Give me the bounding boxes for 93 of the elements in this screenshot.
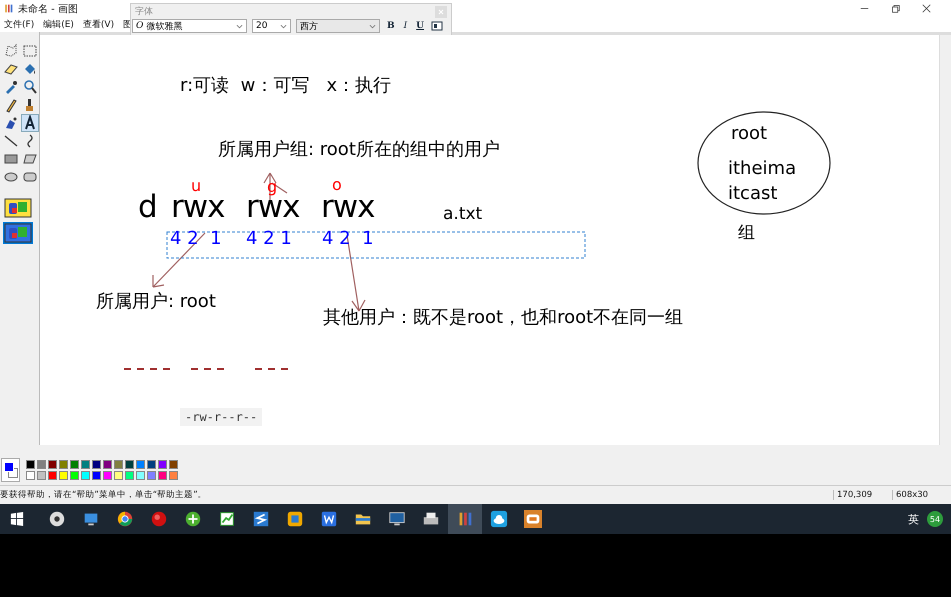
- underline-button[interactable]: U: [414, 21, 426, 31]
- canvas-text: 组: [738, 225, 755, 242]
- bold-button[interactable]: B: [385, 21, 397, 31]
- color-swatch[interactable]: [147, 460, 156, 469]
- color-swatch[interactable]: [37, 460, 46, 469]
- cloud-app-icon[interactable]: [490, 510, 508, 528]
- browser-app-icon[interactable]: [116, 510, 134, 528]
- selection-size: 608x30: [892, 490, 951, 500]
- current-colors[interactable]: [1, 458, 20, 482]
- vertical-text-icon[interactable]: [431, 21, 444, 31]
- start-icon[interactable]: [10, 512, 24, 526]
- color-swatch[interactable]: [114, 471, 123, 480]
- menu-item[interactable]: 文件(F): [4, 18, 34, 31]
- script-dropdown[interactable]: 西方: [296, 19, 380, 33]
- color-swatch[interactable]: [114, 460, 123, 469]
- app-icon: [3, 3, 14, 14]
- transparent-option-icon[interactable]: [3, 222, 33, 244]
- ime-indicator[interactable]: 英: [908, 512, 919, 526]
- canvas-text: a.txt: [443, 206, 482, 223]
- notification-badge[interactable]: 54: [927, 511, 943, 527]
- free-select-tool-icon[interactable]: [3, 43, 19, 59]
- size-dropdown[interactable]: 20: [252, 19, 291, 33]
- canvas-text: rwx: [171, 192, 224, 223]
- monitor-app-icon[interactable]: [388, 510, 406, 528]
- color-swatch[interactable]: [169, 471, 178, 480]
- color-swatch[interactable]: [48, 460, 57, 469]
- color-swatch[interactable]: [81, 471, 90, 480]
- color-swatch[interactable]: [26, 471, 35, 480]
- color-swatch[interactable]: [81, 460, 90, 469]
- color-swatch[interactable]: [37, 471, 46, 480]
- opaque-option-icon[interactable]: [3, 197, 33, 219]
- text-tool-icon[interactable]: [22, 115, 38, 131]
- rect-select-tool-icon[interactable]: [22, 43, 38, 59]
- font-dropdown[interactable]: O 微软雅黑: [132, 19, 247, 33]
- status-text: 要获得帮助，请在“帮助”菜单中，单击“帮助主题”。: [0, 489, 208, 501]
- vertical-scrollbar[interactable]: [939, 35, 951, 445]
- menu-item[interactable]: 查看(V): [82, 18, 114, 31]
- italic-button[interactable]: I: [402, 21, 410, 31]
- color-swatch[interactable]: [70, 460, 79, 469]
- canvas-text: 4 2 1: [246, 230, 292, 248]
- canvas-text: o: [332, 177, 342, 193]
- canvas-text: d: [138, 192, 157, 223]
- square-app-app-icon[interactable]: [286, 510, 304, 528]
- canvas-text: 4 2 1: [170, 230, 222, 248]
- restore-icon[interactable]: [891, 4, 900, 13]
- canvas-text: r:可读 w：可写 x：执行: [180, 77, 392, 95]
- caret-icon: [280, 24, 287, 28]
- color-swatch[interactable]: [125, 471, 134, 480]
- toolbar-title: 字体: [135, 6, 153, 18]
- text-selection-frame[interactable]: [166, 232, 586, 258]
- close-icon[interactable]: [922, 4, 931, 13]
- color-swatch[interactable]: [136, 460, 145, 469]
- color-swatch[interactable]: [70, 471, 79, 480]
- color-swatch[interactable]: [103, 471, 112, 480]
- color-swatch[interactable]: [59, 460, 68, 469]
- color-swatch[interactable]: [158, 460, 167, 469]
- color-swatch[interactable]: [147, 471, 156, 480]
- chat-app-icon[interactable]: [524, 510, 542, 528]
- plus-app-icon[interactable]: [184, 510, 202, 528]
- color-swatch[interactable]: [48, 471, 57, 480]
- line-tool-icon[interactable]: [3, 133, 19, 149]
- canvas-text: itheima: [728, 160, 796, 178]
- canvas-text: 所属用户组: root所在的组中的用户: [218, 141, 500, 159]
- caret-icon: [369, 24, 376, 28]
- record-app-icon[interactable]: [150, 510, 168, 528]
- canvas-text: u: [191, 178, 202, 194]
- s-logo-app-icon[interactable]: [252, 510, 270, 528]
- color-swatch[interactable]: [26, 460, 35, 469]
- canvas-text: root: [731, 125, 768, 143]
- color-swatch[interactable]: [158, 471, 167, 480]
- color-swatch[interactable]: [169, 460, 178, 469]
- window-title: 未命名 - 画图: [18, 2, 78, 16]
- foreground-color-swatch[interactable]: [4, 462, 14, 472]
- canvas-text: -rw-r--r--: [180, 408, 262, 426]
- color-swatch[interactable]: [136, 471, 145, 480]
- caret-icon: [236, 24, 243, 28]
- airbrush-tool-icon[interactable]: [3, 115, 19, 131]
- arrow: [152, 232, 206, 288]
- canvas-text: rwx: [321, 192, 374, 223]
- cursor-position: 170,309: [833, 490, 892, 500]
- canvas-text: itcast: [728, 185, 778, 203]
- canvas-text: 所属用户: root: [96, 293, 216, 311]
- color-swatch[interactable]: [92, 460, 101, 469]
- canvas-text: 其他用户：既不是root，也和root不在同一组: [323, 309, 684, 327]
- fan-app-icon[interactable]: [48, 510, 66, 528]
- magnifier-tool-icon[interactable]: [22, 79, 38, 95]
- color-swatch[interactable]: [92, 471, 101, 480]
- color-swatch[interactable]: [59, 471, 68, 480]
- menu-item[interactable]: 编辑(E): [43, 18, 74, 31]
- chart-app-icon[interactable]: [218, 510, 236, 528]
- color-swatch[interactable]: [103, 460, 112, 469]
- writer-app-icon[interactable]: [320, 510, 338, 528]
- color-swatch[interactable]: [125, 460, 134, 469]
